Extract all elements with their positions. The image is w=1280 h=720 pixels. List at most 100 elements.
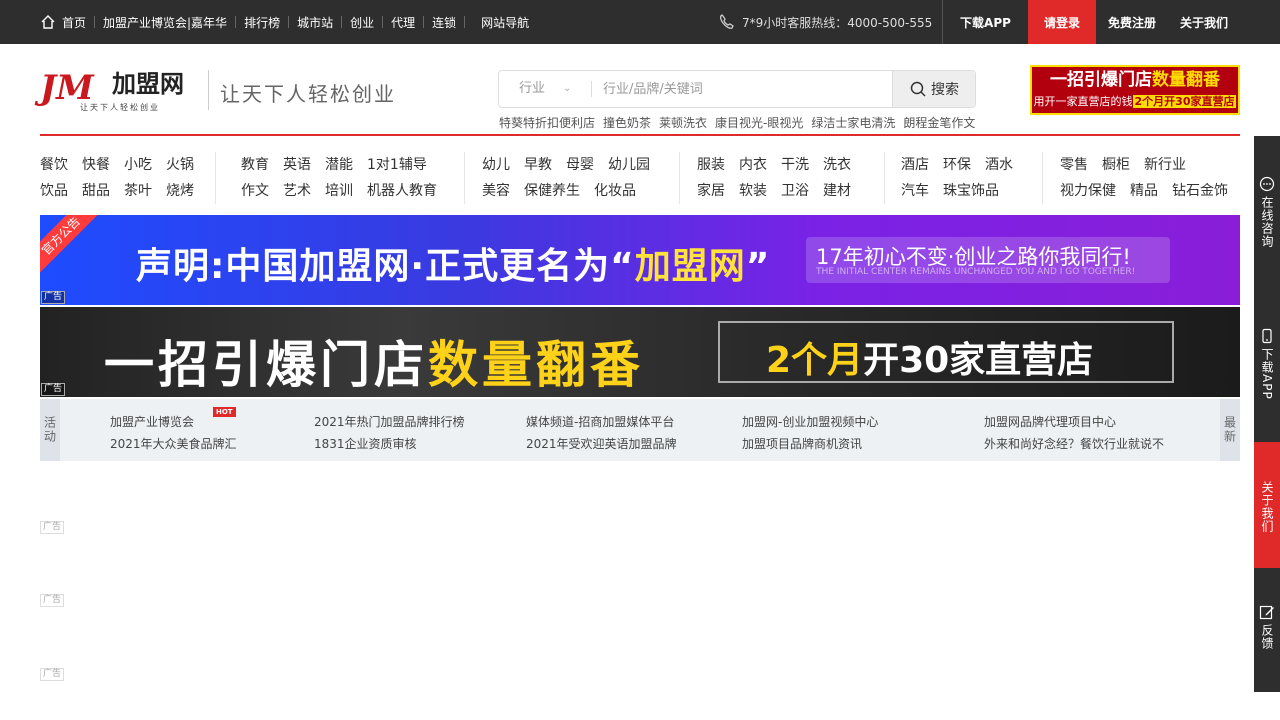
category-link[interactable]: 环保 <box>943 152 971 178</box>
search-button[interactable]: 搜索 <box>892 71 975 107</box>
activity-link[interactable]: 加盟项目品牌商机资讯 <box>742 433 878 455</box>
category-link[interactable]: 甜品 <box>82 178 110 204</box>
hot-keyword[interactable]: 莱顿洗衣 <box>659 114 707 131</box>
category-group-education: 教育 英语 潜能 1对1辅导 作文 艺术 培训 机器人教育 <box>241 152 465 204</box>
site-logo[interactable]: JM 加盟网 让天下人轻松创业 <box>40 66 200 116</box>
category-link[interactable]: 艺术 <box>283 178 311 204</box>
category-link[interactable]: 饮品 <box>40 178 68 204</box>
ad-tag: 广告 <box>41 291 66 304</box>
download-app-side-button[interactable]: 下载APP <box>1254 328 1280 400</box>
about-us-side-button[interactable]: 关于我们 <box>1254 442 1280 568</box>
category-link[interactable]: 视力保健 <box>1060 178 1116 204</box>
online-consult-button[interactable]: 在线咨询 <box>1254 176 1280 248</box>
activity-link[interactable]: 外来和尚好念经？餐饮行业就说不 <box>984 433 1164 455</box>
category-link[interactable]: 服装 <box>697 152 725 178</box>
banner-tagline-english: THE INITIAL CENTER REMAINS UNCHANGED YOU… <box>816 267 1136 277</box>
category-link[interactable]: 教育 <box>241 152 269 178</box>
register-button[interactable]: 免费注册 <box>1096 0 1168 44</box>
category-link[interactable]: 珠宝饰品 <box>943 178 999 204</box>
category-link[interactable]: 英语 <box>283 152 311 178</box>
activity-link[interactable]: 加盟网品牌代理项目中心 <box>984 411 1164 433</box>
login-button[interactable]: 请登录 <box>1028 0 1096 44</box>
promo-banner[interactable]: 一招引爆门店数量翻番 2个月开30家直营店 广告 <box>40 307 1240 397</box>
search-icon <box>910 81 926 97</box>
nav-expo[interactable]: 加盟产业博览会|嘉年华 <box>103 14 227 31</box>
home-icon <box>41 15 55 29</box>
category-link[interactable]: 汽车 <box>901 178 929 204</box>
right-sidebar: 在线咨询 下载APP 关于我们 反馈 <box>1254 136 1280 692</box>
category-link[interactable]: 零售 <box>1060 152 1088 178</box>
category-link[interactable]: 茶叶 <box>124 178 152 204</box>
category-link[interactable]: 火锅 <box>166 152 194 178</box>
category-link[interactable]: 机器人教育 <box>367 178 437 204</box>
header-ad[interactable]: 一招引爆门店数量翻番 用开一家直营店的钱 2个月开30家直营店 <box>1030 65 1240 115</box>
hot-keyword[interactable]: 康目视光-眼视光 <box>715 114 803 131</box>
category-link[interactable]: 洗衣 <box>823 152 851 178</box>
search-input[interactable] <box>603 71 883 107</box>
activity-link[interactable]: 2021年大众美食品牌汇 <box>110 433 237 455</box>
category-link[interactable]: 新行业 <box>1144 152 1186 178</box>
nav-city[interactable]: 城市站 <box>297 14 333 31</box>
category-link[interactable]: 酒店 <box>901 152 929 178</box>
announcement-banner[interactable]: 官方公告 声明:中国加盟网·正式更名为“加盟网” 17年初心不变·创业之路你我同… <box>40 215 1240 305</box>
hot-keyword[interactable]: 特葵特折扣便利店 <box>499 114 595 131</box>
category-link[interactable]: 培训 <box>325 178 353 204</box>
category-link[interactable]: 干洗 <box>781 152 809 178</box>
hot-keyword[interactable]: 撞色奶茶 <box>603 114 651 131</box>
activity-link[interactable]: 1831企业资质审核 <box>314 433 465 455</box>
nav-startup[interactable]: 创业 <box>350 14 374 31</box>
activity-link[interactable]: 媒体频道-招商加盟媒体平台 <box>526 411 677 433</box>
activity-link[interactable]: 2021年热门加盟品牌排行榜 <box>314 411 465 433</box>
activity-link[interactable]: 加盟网-创业加盟视频中心 <box>742 411 878 433</box>
category-link[interactable]: 钻石金饰 <box>1172 178 1228 204</box>
edit-icon <box>1259 605 1274 620</box>
category-link[interactable]: 软装 <box>739 178 767 204</box>
ad-tag: 广告 <box>41 383 66 396</box>
category-link[interactable]: 酒水 <box>985 152 1013 178</box>
category-link[interactable]: 化妆品 <box>594 178 636 204</box>
category-link[interactable]: 内衣 <box>739 152 767 178</box>
category-link[interactable]: 潜能 <box>325 152 353 178</box>
feedback-button[interactable]: 反馈 <box>1254 604 1280 650</box>
nav-home[interactable]: 首页 <box>40 14 86 31</box>
category-link[interactable]: 餐饮 <box>40 152 68 178</box>
hot-keyword[interactable]: 朗程金笔作文 <box>903 114 975 131</box>
ad-placeholder: 广告 <box>40 521 65 534</box>
promo-box-text: 2个月开30家直营店 <box>766 340 1094 381</box>
about-us-link[interactable]: 关于我们 <box>1168 0 1240 44</box>
category-link[interactable]: 作文 <box>241 178 269 204</box>
category-link[interactable]: 幼儿 <box>482 152 510 178</box>
category-link[interactable]: 家居 <box>697 178 725 204</box>
promo-headline: 一招引爆门店数量翻番 <box>104 336 644 394</box>
nav-home-label: 首页 <box>62 15 87 30</box>
category-link[interactable]: 早教 <box>524 152 552 178</box>
category-link[interactable]: 母婴 <box>566 152 594 178</box>
category-link[interactable]: 1对1辅导 <box>367 152 427 178</box>
nav-sitemap[interactable]: 网站导航 <box>481 14 529 31</box>
header-ad-title: 一招引爆门店数量翻番 <box>1050 70 1220 90</box>
category-link[interactable]: 保健养生 <box>524 178 580 204</box>
activity-link[interactable]: 2021年受欢迎英语加盟品牌 <box>526 433 677 455</box>
feedback-label: 反馈 <box>1260 624 1274 650</box>
category-link[interactable]: 精品 <box>1130 178 1158 204</box>
search-category-select[interactable]: 行业 <box>519 71 545 107</box>
category-link[interactable]: 美容 <box>482 178 510 204</box>
activity-column: 媒体频道-招商加盟媒体平台 2021年受欢迎英语加盟品牌 <box>526 411 677 455</box>
category-link[interactable]: 橱柜 <box>1102 152 1130 178</box>
category-link[interactable]: 卫浴 <box>781 178 809 204</box>
hot-keyword[interactable]: 绿洁士家电清洗 <box>811 114 895 131</box>
category-link[interactable]: 建材 <box>823 178 851 204</box>
download-app-button[interactable]: 下载APP <box>942 0 1028 44</box>
category-link[interactable]: 小吃 <box>124 152 152 178</box>
chevron-down-icon[interactable]: ⌄ <box>563 71 571 107</box>
nav-agency[interactable]: 代理 <box>391 14 415 31</box>
category-link[interactable]: 快餐 <box>82 152 110 178</box>
nav-ranking[interactable]: 排行榜 <box>244 14 280 31</box>
activity-latest-button[interactable]: 最新 <box>1220 399 1240 461</box>
logo-subtitle: 让天下人轻松创业 <box>80 103 160 112</box>
top-bar: 首页 加盟产业博览会|嘉年华 排行榜 城市站 创业 代理 连锁 网站导航 7*9… <box>0 0 1280 44</box>
nav-chain[interactable]: 连锁 <box>432 14 456 31</box>
category-group-food: 餐饮 快餐 小吃 火锅 饮品 甜品 茶叶 烧烤 <box>40 152 216 204</box>
category-link[interactable]: 幼儿园 <box>608 152 650 178</box>
category-link[interactable]: 烧烤 <box>166 178 194 204</box>
